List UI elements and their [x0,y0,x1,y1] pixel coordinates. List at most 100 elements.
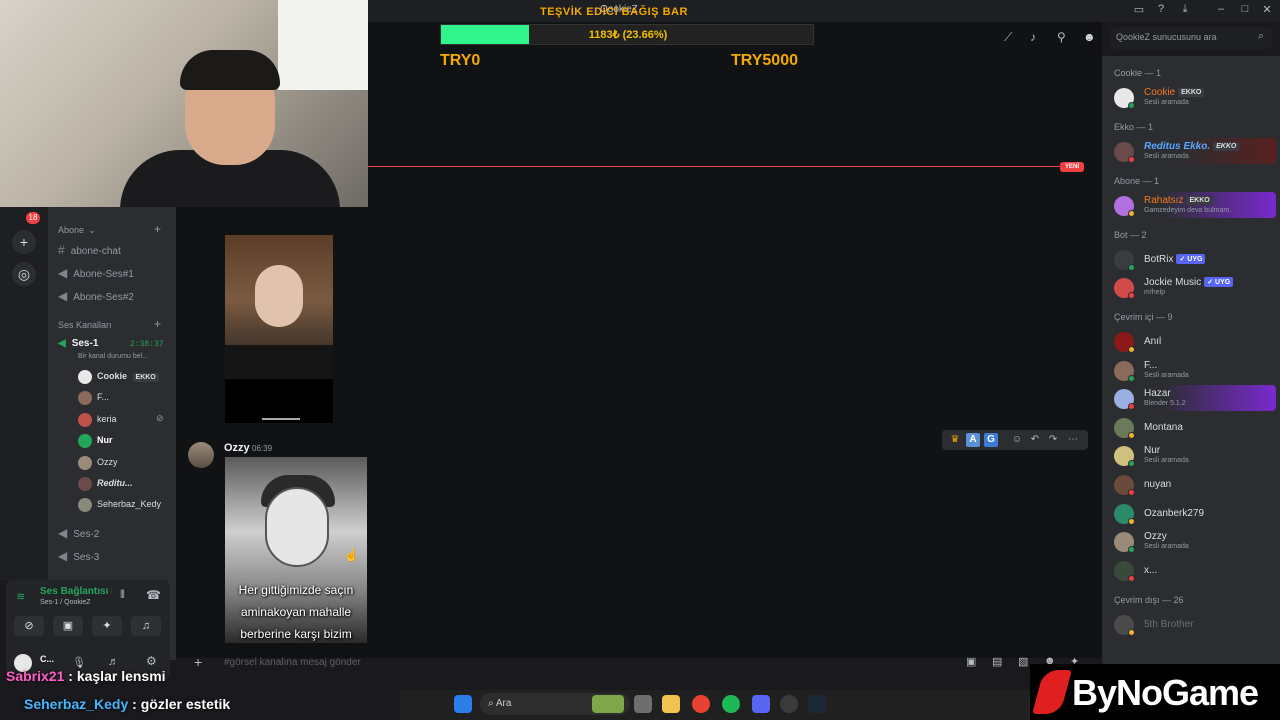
member-row[interactable]: Ozanberk279 [1112,500,1276,526]
image-attachment[interactable] [225,235,333,423]
activities-button[interactable]: ✦ [92,616,122,636]
noise-icon[interactable]: ⦀ [120,589,125,602]
app-icon[interactable] [780,695,798,713]
voice-channel-ses-3[interactable]: ◀ Ses-3 [58,549,99,563]
help-icon[interactable]: ? [1152,3,1170,19]
discover-icon[interactable]: ◎ [12,262,36,286]
voice-member[interactable]: Reditu... [78,477,133,491]
task-view-icon[interactable] [634,695,652,713]
add-channel-icon[interactable]: + [154,222,161,236]
member-name: Reditus Ekko. EKKO [1144,141,1240,152]
gift-icon[interactable]: ▣ [966,655,976,668]
member-row[interactable]: Ozzy Sesli aramada [1112,528,1276,554]
inbox-icon[interactable]: ▭ [1130,3,1148,19]
windows-start-icon[interactable] [454,695,472,713]
brand-logo: ByNoGame [1030,664,1280,720]
brand-logo-mark [1032,670,1072,714]
channel-abone-chat[interactable]: # abone-chat [58,243,121,257]
member-row[interactable]: Rahatsız EKKO Gamzedeyim deva bulmam. [1112,192,1276,218]
member-name: Ozanberk279 [1144,507,1205,519]
minimize-icon[interactable]: – [1212,3,1230,19]
member-row[interactable]: nuyan [1112,471,1276,497]
member-activity: Sesli aramada [1144,371,1189,379]
translate-g-icon[interactable]: G [984,433,998,447]
webcam-person-hair [180,50,280,90]
muted-icon: ⊘ [156,413,164,423]
search-input[interactable]: QookieZ sunucusunu ara [1110,27,1272,49]
add-channel-icon[interactable]: + [154,317,161,331]
member-row[interactable]: Hazar Blender 5.1.2 [1112,385,1276,412]
members-icon[interactable]: ☻ [1083,30,1096,44]
category-abone[interactable]: Abone [58,225,84,235]
discord-icon[interactable] [752,695,770,713]
member-row[interactable]: 5th Brother [1112,611,1276,637]
voice-channel-ses-1[interactable]: ◀ Ses-1 [58,338,98,349]
member-tag: EKKO [1186,195,1213,205]
voice-member[interactable]: Ozzy [78,456,118,470]
speaker-icon: ◀ [58,526,68,540]
voice-status: Ses Bağlantısı K [40,586,112,597]
chat-username: Seherbaz_Kedy [24,696,129,712]
avatar [78,477,92,491]
maximize-icon[interactable]: □ [1236,3,1254,19]
member-tag: EKKO [1178,87,1205,97]
screen-share-button[interactable]: ▣ [53,616,83,636]
file-explorer-icon[interactable] [662,695,680,713]
sticker-icon[interactable]: ▧ [1018,655,1028,668]
avatar [78,391,92,405]
avatar[interactable] [188,442,214,468]
steam-icon[interactable] [808,695,826,713]
pin-icon[interactable]: ⚲ [1057,30,1066,44]
reply-icon[interactable]: ↶ [1028,433,1042,447]
voice-member[interactable]: Cookie EKKO [78,370,159,384]
member-row[interactable]: Nur Sesli aramada [1112,442,1276,468]
voice-member[interactable]: F... [78,391,109,405]
scroll-handle[interactable] [262,418,300,420]
channel-abone-ses-2[interactable]: ◀ Abone-Ses#2 [58,289,134,303]
category-voice[interactable]: Ses Kanalları [58,320,112,330]
voice-channel-path[interactable]: Ses-1 / QookieZ [40,599,91,606]
member-row[interactable]: F... Sesli aramada [1112,357,1276,383]
download-icon[interactable]: ⤓ [1176,3,1194,19]
add-server-icon[interactable]: + [12,230,36,254]
member-row[interactable]: Reditus Ekko. EKKO Sesli aramada [1112,138,1276,164]
channel-abone-ses-1[interactable]: ◀ Abone-Ses#1 [58,266,134,280]
member-row[interactable]: Montana [1112,414,1276,440]
camera-off-button[interactable]: ⊘ [14,616,44,636]
channel-status[interactable]: Bir kanal durumu bel... [78,353,148,360]
member-row[interactable]: BotRix ✓ UYG [1112,246,1276,272]
voice-member[interactable]: keria [78,413,117,427]
threads-icon[interactable]: ⟋ [1004,30,1012,45]
disconnect-icon[interactable]: ☎ [146,588,161,602]
member-row[interactable]: x... [1112,557,1276,583]
status-dot [1128,517,1135,525]
member-row[interactable]: Jockie Music ✓ UYG m!help [1112,274,1276,300]
member-name: keria [97,414,117,425]
forward-icon[interactable]: ↷ [1046,433,1060,447]
soundboard-button[interactable]: ♫ [131,616,161,636]
headphones-icon[interactable]: ♬ [108,656,119,668]
status-dot [1128,102,1135,109]
more-icon[interactable]: ⋯ [1066,433,1080,447]
spotify-icon[interactable] [722,695,740,713]
message-input[interactable]: + #görsel kanalına mesaj gönder ▣ ▤ ▧ ☻ … [184,650,1090,674]
voice-channel-ses-2[interactable]: ◀ Ses-2 [58,526,99,540]
add-attachment-icon[interactable]: + [194,654,202,670]
gif-icon[interactable]: ▤ [992,655,1002,668]
member-row[interactable]: Cookie EKKO Sesli aramada [1112,84,1276,110]
message-author[interactable]: Ozzy [224,442,250,454]
translate-a-icon[interactable]: A [966,433,980,447]
voice-member[interactable]: Nur [78,434,113,448]
member-tag: EKKO [1213,141,1240,151]
voice-member[interactable]: Seherbaz_Kedy [78,498,161,512]
add-reaction-icon[interactable]: ☺ [1010,433,1024,447]
widget-icon[interactable] [592,695,624,713]
crown-icon[interactable]: ♛ [948,433,962,447]
close-icon[interactable]: ✕ [1258,3,1276,19]
message-placeholder: #görsel kanalına mesaj gönder [224,657,361,668]
gear-icon[interactable]: ⚙ [146,654,157,668]
cursor-hand-icon: ☝ [344,548,359,562]
chrome-icon[interactable] [692,695,710,713]
member-row[interactable]: Anıl [1112,328,1276,354]
bell-icon[interactable]: ♪ [1030,30,1036,44]
